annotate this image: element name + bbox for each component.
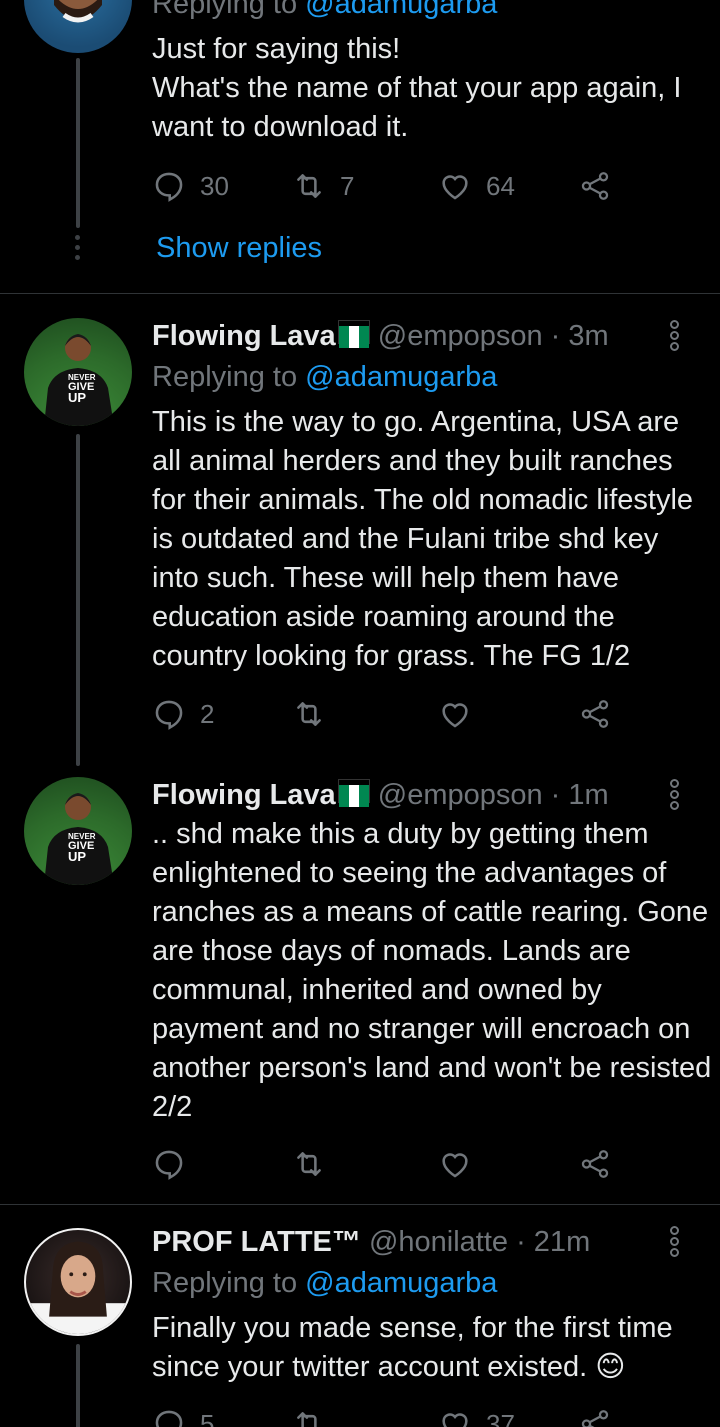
retweet-button[interactable]: 7 [292, 166, 354, 206]
like-button[interactable] [438, 1144, 486, 1184]
reply-count: 2 [200, 698, 215, 729]
replying-to-label: Replying to [152, 1267, 306, 1299]
reply-button[interactable]: 2 [152, 694, 214, 734]
show-replies-link[interactable]: Show replies [156, 232, 322, 265]
reply-button[interactable]: 5 [152, 1404, 214, 1427]
retweet-button[interactable] [292, 1144, 340, 1184]
svg-text:UP: UP [68, 390, 86, 405]
tweet-actions: 30 7 64 [152, 166, 622, 206]
reply-icon [155, 1410, 183, 1427]
share-icon [581, 1150, 609, 1178]
replying-to: Replying to @adamugarba [152, 0, 497, 22]
handle-and-time: @empopson · 3m [377, 320, 609, 352]
like-button[interactable] [438, 694, 486, 734]
heart-icon [442, 175, 468, 200]
tweet-text: Finally you made sense, for the first ti… [152, 1312, 673, 1383]
handle-and-time: @empopson · 1m [377, 779, 609, 811]
reply-icon [155, 1150, 183, 1180]
retweet-icon [297, 174, 321, 198]
like-button[interactable]: 64 [438, 166, 515, 206]
display-name[interactable]: Flowing Lava [152, 779, 336, 811]
reply-mention-link[interactable]: @adamugarba [305, 1267, 497, 1299]
retweet-button[interactable] [292, 694, 340, 734]
display-name[interactable]: PROF LATTE™ [152, 1226, 361, 1258]
tweet-text: This is the way to go. Argentina, USA ar… [152, 406, 694, 672]
share-icon [581, 1410, 609, 1427]
share-button[interactable] [578, 1404, 612, 1427]
reply-button[interactable]: 30 [152, 166, 229, 206]
thread-more-dots [75, 235, 81, 265]
reply-mention-link[interactable]: @adamugarba [305, 0, 497, 20]
tweet-actions: 2 [152, 694, 622, 734]
reply-count: 5 [200, 1408, 215, 1427]
share-icon [581, 172, 609, 200]
share-button[interactable] [578, 1144, 612, 1184]
divider [0, 293, 720, 294]
nigeria-flag-icon [337, 779, 370, 807]
like-button[interactable]: 37 [438, 1404, 515, 1427]
tweet-text: Just for saying this! What's the name of… [152, 33, 682, 143]
heart-icon [442, 703, 468, 728]
retweet-button[interactable] [292, 1404, 340, 1427]
avatar[interactable] [24, 1228, 132, 1336]
tweet-actions [152, 1144, 622, 1184]
retweet-icon [297, 1152, 321, 1176]
avatar[interactable] [24, 0, 132, 53]
tweet-header: Flowing Lava @empopson · 3m [152, 318, 609, 354]
replying-to-label: Replying to [152, 0, 306, 20]
share-button[interactable] [578, 166, 612, 206]
nigeria-flag-icon [337, 320, 370, 348]
svg-text:UP: UP [68, 849, 86, 864]
tweet-text: .. shd make this a duty by getting them … [152, 818, 712, 1123]
reply-icon [155, 172, 183, 202]
heart-icon [442, 1413, 468, 1427]
tweet-header: Flowing Lava @empopson · 1m [152, 777, 609, 813]
share-icon [581, 700, 609, 728]
avatar[interactable]: NEVER GIVE UP [24, 777, 132, 885]
reply-count: 30 [200, 170, 229, 201]
avatar-image: NEVER GIVE UP [44, 793, 114, 885]
display-name[interactable]: Flowing Lava [152, 320, 336, 352]
replying-to: Replying to @adamugarba [152, 359, 497, 395]
share-button[interactable] [578, 694, 612, 734]
tweet-actions: 5 37 [152, 1404, 622, 1427]
divider [0, 1204, 720, 1205]
replying-to-label: Replying to [152, 361, 306, 393]
thread-connector [76, 434, 80, 766]
retweet-count: 7 [340, 170, 355, 201]
heart-icon [442, 1153, 468, 1178]
like-count: 64 [486, 170, 515, 201]
avatar-image [54, 0, 102, 23]
handle-and-time: @honilatte · 21m [368, 1226, 591, 1258]
retweet-icon [297, 1412, 317, 1427]
retweet-icon [297, 702, 321, 726]
reply-button[interactable] [152, 1144, 200, 1184]
reply-mention-link[interactable]: @adamugarba [305, 361, 497, 393]
thread-connector [76, 1344, 80, 1427]
avatar[interactable]: NEVER GIVE UP [24, 318, 132, 426]
thread-connector [76, 58, 80, 228]
replying-to: Replying to @adamugarba [152, 1265, 497, 1301]
avatar-image [26, 1241, 130, 1334]
avatar-image: NEVER GIVE UP [44, 334, 114, 426]
like-count: 37 [486, 1408, 515, 1427]
more-options-icon[interactable] [670, 779, 690, 812]
reply-icon [155, 700, 183, 730]
more-options-icon[interactable] [670, 1226, 690, 1259]
tweet-header: PROF LATTE™ @honilatte · 21m [152, 1224, 590, 1260]
more-options-icon[interactable] [670, 320, 690, 353]
tweet-thread: Replying to @adamugarba Just for saying … [0, 0, 720, 1427]
